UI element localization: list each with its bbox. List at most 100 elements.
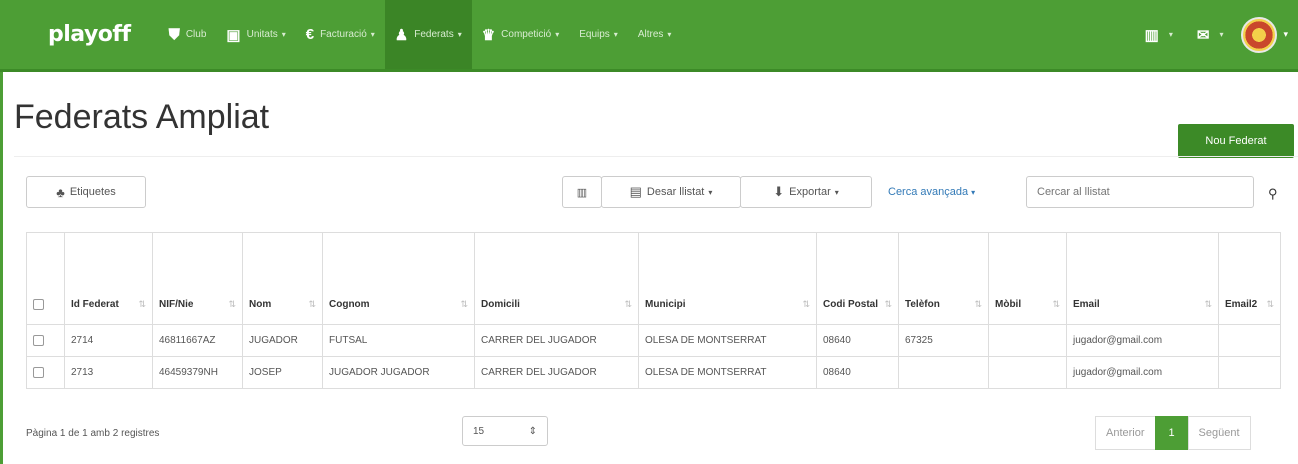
user-icon: ♟ [394,26,409,44]
search-icon[interactable]: ⚲ [1268,186,1278,202]
nav-item-label: Altres [637,29,664,40]
nav-item-competici-[interactable]: ♛ Competició ▾ [472,0,570,69]
advanced-search-link[interactable]: Cerca avançada ▾ [888,186,975,198]
prev-page-button[interactable]: Anterior [1095,416,1156,450]
nav-item-altres[interactable]: Altres ▾ [628,0,682,69]
table-row[interactable]: 2714 46811667AZ JUGADOR FUTSAL CARRER DEL JU… [26,324,1281,357]
table-cell [898,356,989,389]
column-header-label: Id Federat [71,299,119,310]
pagination: Anterior 1 Següent [1095,416,1251,450]
column-header-label: Email2 [1225,299,1258,310]
chevron-down-icon[interactable]: ▾ [1283,29,1288,40]
table-cell: JOSEP [242,356,323,389]
column-header[interactable]: Domicili ⇅ [474,232,639,325]
table-body: 2714 46811667AZ JUGADOR FUTSAL CARRER DEL JU… [26,324,1281,389]
nav-item-label: Facturació [320,29,367,40]
save-list-button[interactable]: ▤ Desar llistat ▾ [601,176,741,208]
column-header[interactable]: Mòbil ⇅ [988,232,1067,325]
nav-item-label: Competició [501,29,552,40]
labels-button[interactable]: ♣ Etiquetes [26,176,146,208]
sort-icon: ⇅ [802,299,810,309]
sitemap-icon: ♣ [56,184,65,200]
table-cell: 46459379NH [152,356,243,389]
page-1-button[interactable]: 1 [1154,416,1189,450]
next-page-button[interactable]: Següent [1187,416,1251,450]
table-cell: FUTSAL [322,324,475,357]
chevron-down-icon: ▾ [834,187,839,197]
divider [14,156,1298,157]
sort-icon: ⇅ [1052,299,1060,309]
save-icon: ▤ [629,184,642,199]
column-header-label: Telèfon [905,299,940,310]
table-cell: 08640 [816,356,899,389]
column-header-label: Cognom [329,299,370,310]
column-header[interactable]: Email ⇅ [1066,232,1219,325]
chevron-down-icon: ▾ [370,30,375,39]
id-card-icon: ▣ [226,26,241,44]
per-page-select[interactable]: 15 ⇕ [462,416,548,446]
columns-icon: ▥ [576,186,588,199]
nav-right: ▥ ▾ ✉ ▾ ▾ [1133,0,1298,69]
nav-item-unitats[interactable]: ▣ Unitats ▾ [216,0,295,69]
table-cell: OLESA DE MONTSERRAT [638,356,817,389]
search-input[interactable] [1026,176,1254,208]
sort-icon: ⇅ [624,299,632,309]
column-header[interactable]: Nom ⇅ [242,232,323,325]
row-checkbox[interactable] [33,366,44,378]
column-header[interactable]: Id Federat ⇅ [64,232,153,325]
mail-icon: ✉ [1196,26,1210,44]
column-header-label: Codi Postal [823,299,879,310]
columns-button[interactable]: ▥ [562,176,602,208]
export-label: Exportar [789,186,831,198]
column-header[interactable]: Email2 ⇅ [1218,232,1281,325]
pagination-info: Pàgina 1 de 1 amb 2 registres [26,428,160,439]
select-all-checkbox[interactable] [33,298,44,310]
table-cell: JUGADOR [242,324,323,357]
table-cell [988,356,1067,389]
nav-item-label: Unitats [246,29,278,40]
nav-item-club[interactable]: ⛊ Club [159,0,217,69]
table-cell [1218,324,1281,357]
table-cell: jugador@gmail.com [1066,356,1219,389]
column-header[interactable]: NIF/Nie ⇅ [152,232,243,325]
table-cell: 46811667AZ [152,324,243,357]
table-row[interactable]: 2713 46459379NH JOSEP JUGADOR JUGADOR CARRER… [26,356,1281,389]
brand-logo[interactable]: playoff [48,22,131,47]
nav-item-federats[interactable]: ♟ Federats ▾ [384,0,472,69]
messages-menu[interactable]: ✉ ▾ [1185,0,1236,69]
avatar[interactable] [1241,16,1278,53]
sort-icon: ⇅ [1204,299,1212,309]
column-header[interactable]: Cognom ⇅ [322,232,475,325]
export-button[interactable]: ⬇ Exportar ▾ [740,176,872,208]
chevron-down-icon: ▾ [613,30,618,39]
table-cell: 2714 [64,324,153,357]
nav-item-equips[interactable]: Equips ▾ [569,0,628,69]
federats-table: Id Federat ⇅ NIF/Nie ⇅ Nom ⇅ Cognom ⇅ Domicili ⇅ M… [26,232,1281,389]
nav-item-label: Federats [414,29,454,40]
download-icon: ⬇ [773,184,785,199]
advanced-search-label: Cerca avançada [888,186,969,198]
table-cell: JUGADOR JUGADOR [322,356,475,389]
chevron-down-icon: ▾ [457,30,462,39]
nav-item-facturaci-[interactable]: € Facturació ▾ [296,0,385,69]
page-title: Federats Ampliat [14,98,270,136]
sort-icon: ⇅ [228,299,236,309]
select-all-header [26,232,65,325]
trophy-icon: ♛ [481,26,496,44]
column-header[interactable]: Telèfon ⇅ [898,232,989,325]
sort-icon: ⇅ [884,299,892,309]
column-header[interactable]: Codi Postal ⇅ [816,232,899,325]
column-header-label: Municipi [645,299,686,310]
table-cell: jugador@gmail.com [1066,324,1219,357]
stats-menu[interactable]: ▥ ▾ [1133,0,1185,69]
table-cell: 08640 [816,324,899,357]
table-cell [988,324,1067,357]
column-header[interactable]: Municipi ⇅ [638,232,817,325]
save-list-label: Desar llistat [646,186,705,198]
chart-icon: ▥ [1144,26,1159,44]
nav-menu: ⛊ Club ▣ Unitats ▾ € Facturació ▾ ♟ Federats ▾ ♛ Com… [159,0,682,69]
new-federat-button[interactable]: Nou Federat [1178,124,1294,158]
row-checkbox[interactable] [33,334,44,346]
per-page-value: 15 [473,425,485,437]
left-accent-bar [0,72,3,464]
